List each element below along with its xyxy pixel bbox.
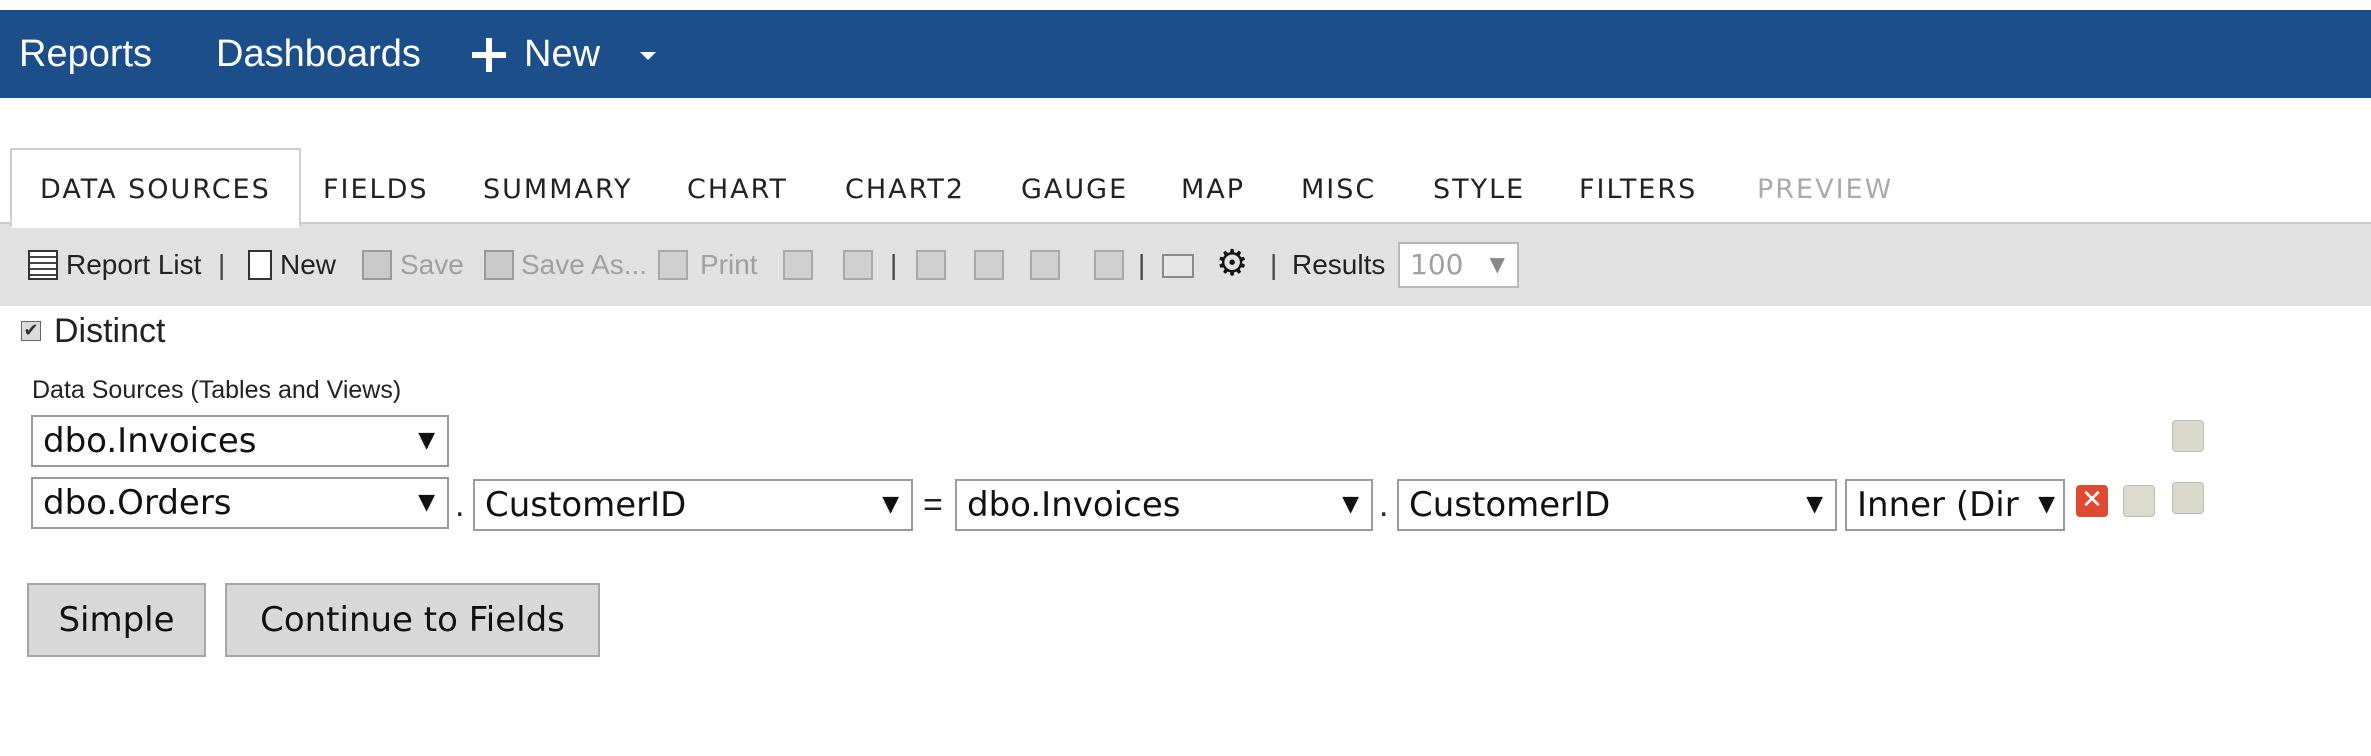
- gear-icon[interactable]: ⚙: [1216, 244, 1248, 284]
- html-icon[interactable]: [783, 250, 813, 280]
- chevron-down-icon: ▼: [1342, 492, 1359, 517]
- tab-chart[interactable]: CHART: [687, 150, 788, 222]
- toolbar-separator: |: [1270, 249, 1278, 280]
- data-source-select-2[interactable]: dbo.Orders ▼: [31, 477, 449, 529]
- field-dot-separator: .: [455, 486, 465, 524]
- new-report-button[interactable]: New: [280, 224, 336, 306]
- tab-fields[interactable]: FIELDS: [323, 150, 429, 222]
- results-select-value: 100: [1410, 248, 1464, 281]
- simple-button[interactable]: Simple: [27, 583, 206, 657]
- continue-to-fields-button[interactable]: Continue to Fields: [225, 583, 600, 657]
- new-document-icon[interactable]: [248, 250, 272, 280]
- right-field-select-value: CustomerID: [1409, 485, 1611, 525]
- tab-style[interactable]: STYLE: [1433, 150, 1525, 222]
- csv-icon[interactable]: [916, 250, 946, 280]
- left-field-select-value: CustomerID: [485, 485, 687, 525]
- xml-icon[interactable]: [1094, 250, 1124, 280]
- chevron-down-icon: ▼: [2038, 481, 2055, 529]
- tab-data-sources[interactable]: DATA SOURCES: [10, 148, 301, 228]
- tab-misc[interactable]: MISC: [1301, 150, 1376, 222]
- data-source-select-1[interactable]: dbo.Invoices ▼: [31, 415, 449, 467]
- swap-icon[interactable]: [2123, 485, 2155, 517]
- join-type-select[interactable]: Inner (Dir ▼: [1845, 479, 2065, 531]
- nav-dashboards[interactable]: Dashboards: [216, 10, 421, 98]
- save-as-button[interactable]: Save As...: [521, 224, 647, 306]
- data-source-select-1-value: dbo.Invoices: [43, 421, 257, 461]
- tab-map[interactable]: MAP: [1181, 150, 1245, 222]
- left-field-select[interactable]: CustomerID ▼: [473, 479, 913, 531]
- nav-reports[interactable]: Reports: [19, 10, 152, 98]
- excel-icon[interactable]: [974, 250, 1004, 280]
- report-list-button[interactable]: Report List: [66, 224, 201, 306]
- tab-chart2[interactable]: CHART2: [845, 150, 965, 222]
- top-nav-bar: Reports Dashboards New: [0, 10, 2371, 98]
- toolbar: Report List | New Save Save As... Print …: [0, 224, 2371, 306]
- chevron-down-icon[interactable]: [640, 52, 656, 60]
- tab-preview[interactable]: PREVIEW: [1757, 150, 1893, 222]
- tab-filters[interactable]: FILTERS: [1579, 150, 1697, 222]
- tab-summary[interactable]: SUMMARY: [483, 150, 633, 222]
- data-sources-heading: Data Sources (Tables and Views): [32, 376, 402, 404]
- join-table-select[interactable]: dbo.Invoices ▼: [955, 479, 1373, 531]
- wrap-icon[interactable]: [2172, 482, 2204, 514]
- chevron-down-icon: ▼: [882, 492, 899, 517]
- wrap-icon[interactable]: [2172, 420, 2204, 452]
- distinct-checkbox[interactable]: ✔: [21, 321, 41, 341]
- chevron-down-icon: ▼: [1806, 492, 1823, 517]
- toolbar-separator: |: [1138, 249, 1146, 280]
- join-table-select-value: dbo.Invoices: [967, 485, 1181, 525]
- plus-icon[interactable]: [472, 38, 506, 72]
- toolbar-separator: |: [890, 249, 898, 280]
- chevron-down-icon: ▼: [418, 428, 435, 453]
- save-as-icon[interactable]: [484, 250, 514, 280]
- chevron-down-icon: ▼: [418, 490, 435, 515]
- print-button[interactable]: Print: [700, 224, 758, 306]
- results-label: Results: [1292, 249, 1386, 280]
- save-icon[interactable]: [362, 250, 392, 280]
- email-icon[interactable]: [1162, 254, 1194, 278]
- sql-icon[interactable]: [843, 250, 873, 280]
- data-source-select-2-value: dbo.Orders: [43, 483, 232, 523]
- pdf-icon[interactable]: [658, 250, 688, 280]
- field-dot-separator: .: [1379, 486, 1389, 524]
- distinct-label: Distinct: [54, 312, 166, 350]
- nav-new[interactable]: New: [524, 10, 600, 98]
- save-button[interactable]: Save: [400, 224, 464, 306]
- chevron-down-icon: ▼: [1489, 252, 1505, 276]
- tab-gauge[interactable]: GAUGE: [1021, 150, 1128, 222]
- results-select[interactable]: 100 ▼: [1398, 242, 1519, 288]
- report-list-icon[interactable]: [28, 250, 58, 280]
- word-icon[interactable]: [1030, 250, 1060, 280]
- toolbar-separator: |: [218, 249, 226, 280]
- right-field-select[interactable]: CustomerID ▼: [1397, 479, 1837, 531]
- delete-join-icon[interactable]: ✕: [2076, 485, 2108, 517]
- join-type-select-value: Inner (Dir: [1857, 485, 2019, 525]
- join-operator: =: [923, 486, 943, 524]
